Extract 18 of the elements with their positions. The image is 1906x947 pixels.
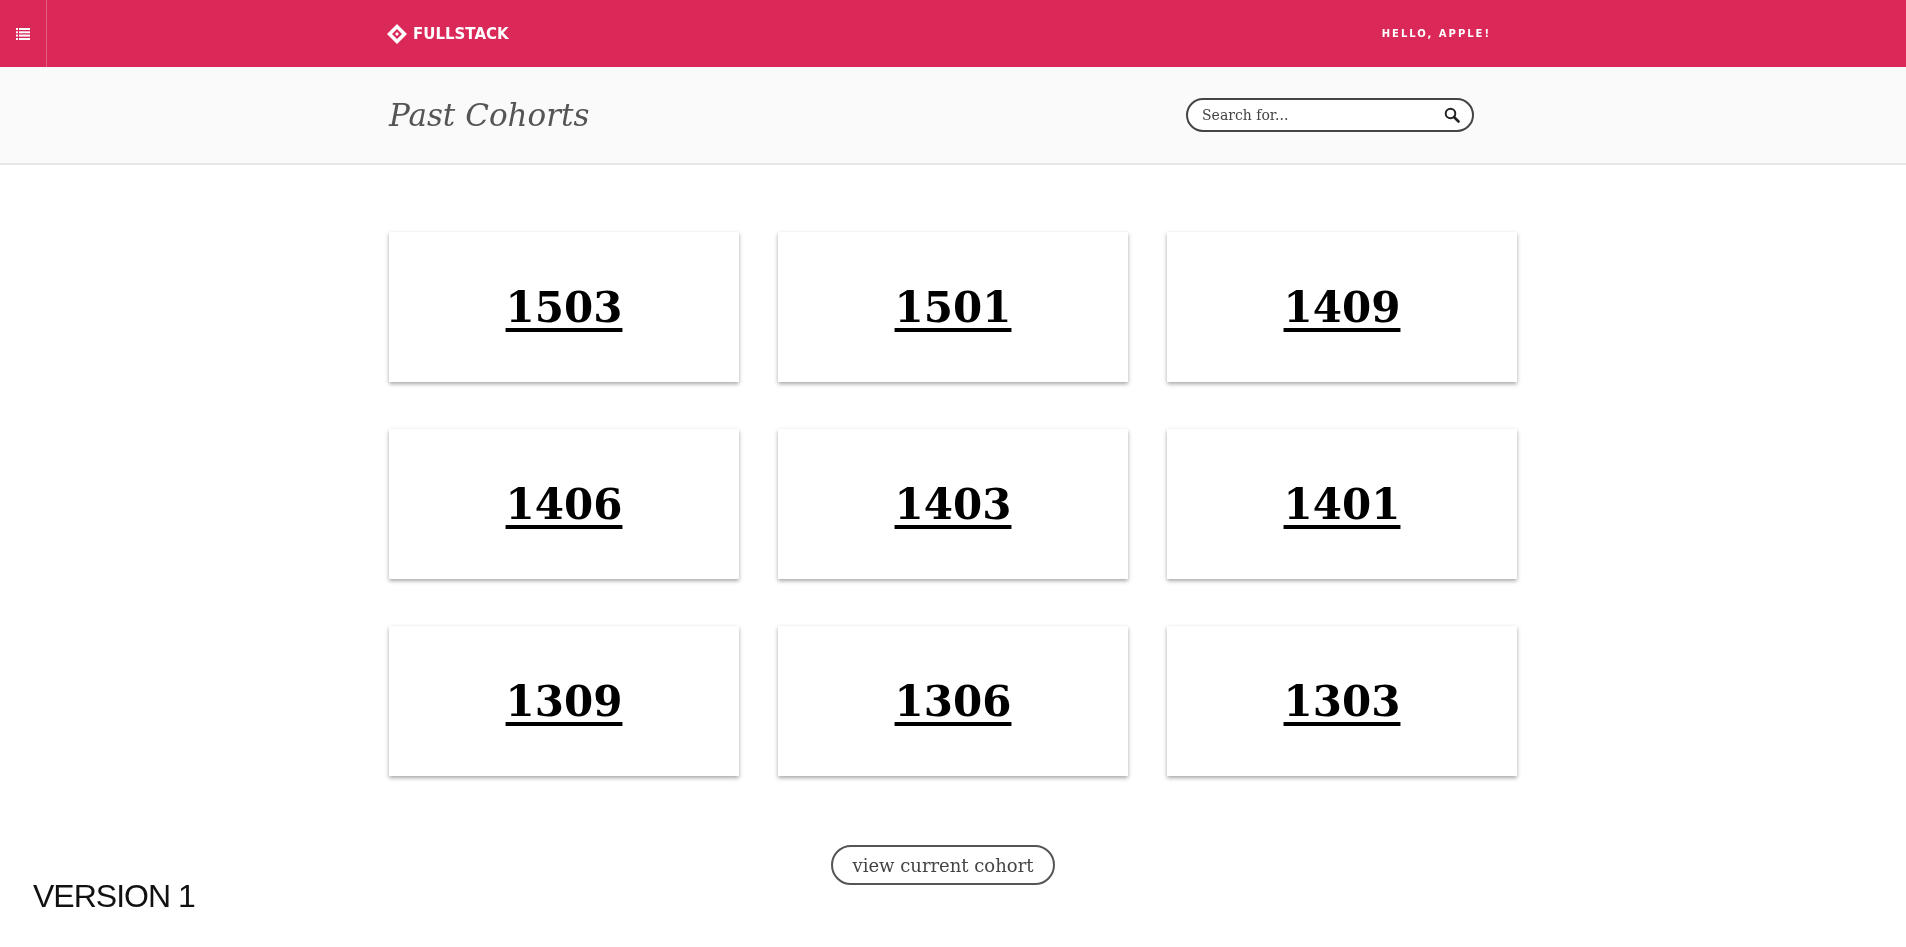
page-title: Past Cohorts [389,97,590,133]
cohort-link[interactable]: 1406 [505,479,623,529]
cohort-link[interactable]: 1501 [894,282,1012,332]
cohort-link[interactable]: 1403 [894,479,1012,529]
view-current-button[interactable]: view current cohort [830,845,1056,885]
search-icon [1444,107,1460,123]
version-label: VERSION 1 [33,878,195,915]
cohort-link[interactable]: 1409 [1283,282,1401,332]
cohort-link[interactable]: 1306 [894,676,1012,726]
cohort-link[interactable]: 1303 [1283,676,1401,726]
greeting: HELLO, APPLE! [1381,28,1491,39]
logo-icon [387,23,407,44]
cohort-link[interactable]: 1309 [505,676,623,726]
brand-name[interactable]: FULLSTACK [413,24,509,43]
cohort-link[interactable]: 1401 [1283,479,1401,529]
menu-icon [16,27,30,40]
cohort-link[interactable]: 1503 [505,282,623,332]
search-field[interactable]: Search for... [1186,98,1474,132]
